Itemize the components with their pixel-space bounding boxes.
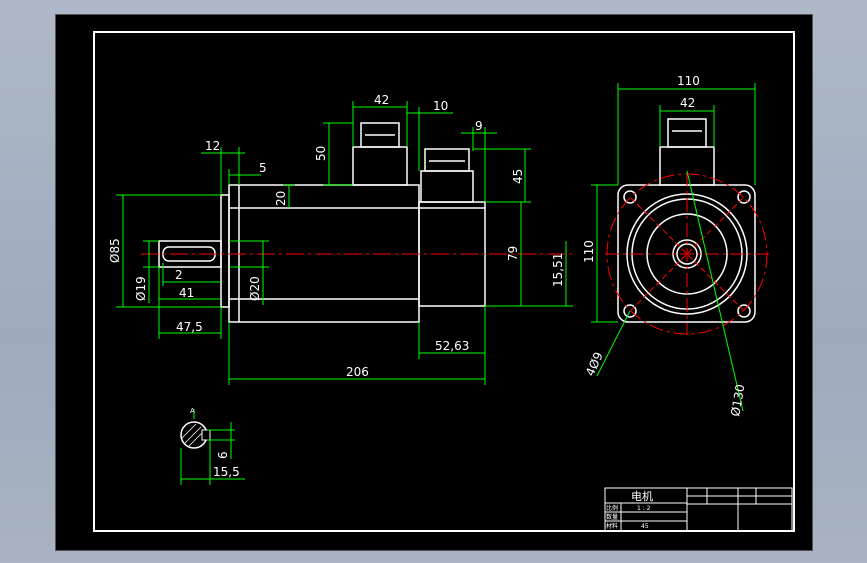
dim-20-top: 20 [274,191,288,206]
flange-plate [220,194,230,308]
dim-10: 10 [433,99,448,113]
dim-2: 2 [175,268,183,282]
dim-9: 9 [475,119,483,133]
dim-110-top: 110 [677,74,700,88]
drawing-title: 电机 [631,489,653,503]
end-dimension-lines [591,83,756,412]
front-dimension-text: 42 10 9 12 5 50 45 20 79 15,51 Ø85 Ø19 2… [108,93,565,379]
dim-dia19: Ø19 [134,276,148,301]
dim-6: 6 [216,451,230,459]
dim-5: 5 [259,161,267,175]
dim-dia130: Ø130 [728,383,747,417]
end-dimension-text: 110 42 110 4Ø9 Ø130 [582,74,748,418]
material-value: 45 [641,523,649,530]
dim-dia85: Ø85 [108,238,122,263]
end-connector-cap [667,118,707,148]
end-view-centerlines [605,173,769,335]
dim-206: 206 [346,365,369,379]
dim-45: 45 [511,169,525,184]
dim-110-side: 110 [582,240,596,263]
front-dimension-lines [116,101,573,385]
scale-value: 1 : 2 [637,505,651,512]
dim-52-63: 52,63 [435,339,469,353]
cad-viewport[interactable]: 42 10 9 12 5 50 45 20 79 15,51 Ø85 Ø19 2… [55,14,813,551]
dim-79: 79 [506,246,520,261]
dim-41: 41 [179,286,194,300]
title-block-text: 电机 比例 1 : 2 数量 材料 45 [606,489,653,530]
section-mark: A [190,407,195,415]
drawing-canvas: 42 10 9 12 5 50 45 20 79 15,51 Ø85 Ø19 2… [93,31,795,532]
scale-label: 比例 [606,504,618,512]
shaft-section-detail: A 6 15,5 [180,407,245,485]
dim-dia20: Ø20 [248,276,262,301]
section-keyway [201,429,211,441]
dim-15-5: 15,5 [213,465,240,479]
dim-50: 50 [314,146,328,161]
dim-15-51: 15,51 [551,253,565,287]
section-hatch [181,423,204,447]
dim-4-holes: 4Ø9 [583,350,606,378]
dim-47-5: 47,5 [176,320,203,334]
encoder-connector-base [420,170,474,203]
quantity-label: 数量 [606,513,618,521]
dim-42-top: 42 [374,93,389,107]
material-label: 材料 [606,522,618,530]
dim-42-side: 42 [680,96,695,110]
dim-12: 12 [205,139,220,153]
encoder-connector-cap [424,148,470,172]
power-connector-base [352,146,408,186]
